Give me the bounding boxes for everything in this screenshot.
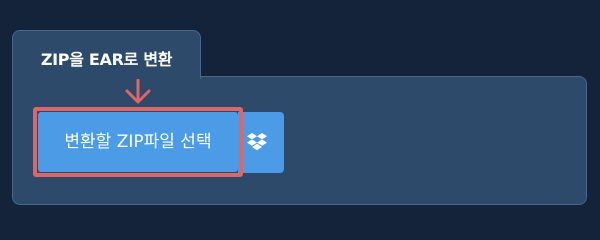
dropbox-icon <box>247 133 267 151</box>
arrow-down-icon <box>124 78 152 105</box>
tab-title: ZIP을 EAR로 변환 <box>40 50 173 69</box>
converter-tab: ZIP을 EAR로 변환 <box>12 30 201 79</box>
dropbox-button[interactable] <box>238 112 284 173</box>
select-zip-file-button[interactable]: 변환할 ZIP파일 선택 <box>38 112 238 172</box>
